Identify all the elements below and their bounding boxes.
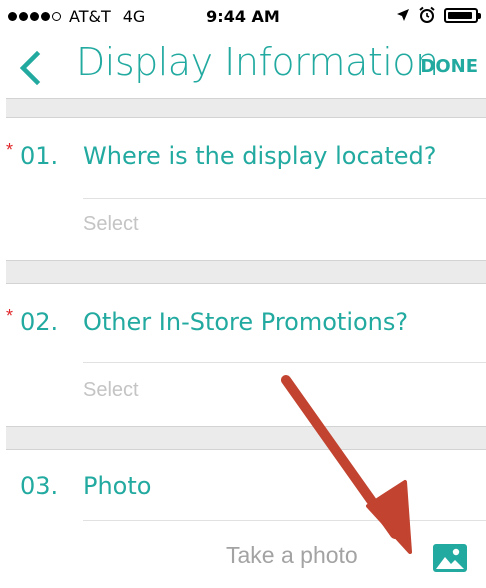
section-divider	[6, 426, 486, 450]
chevron-left-icon	[19, 51, 41, 85]
alarm-clock-icon	[419, 6, 435, 23]
image-icon[interactable]	[433, 544, 467, 572]
location-select[interactable]: Select	[83, 213, 139, 236]
question-2: * 02. Other In-Store Promotions? Select	[0, 284, 486, 426]
section-divider	[6, 260, 486, 284]
battery-icon	[444, 7, 481, 23]
question-3: 03. Photo Take a photo	[0, 450, 486, 588]
take-photo-button[interactable]: Take a photo	[226, 542, 358, 569]
question-number: 01.	[20, 142, 59, 170]
field-separator	[83, 520, 486, 521]
location-arrow-icon	[397, 9, 409, 21]
navigation-bar: Display Information DONE	[0, 36, 486, 98]
question-text: Other In-Store Promotions?	[83, 308, 409, 336]
field-separator	[83, 198, 486, 199]
field-separator	[83, 362, 486, 363]
back-button[interactable]	[10, 48, 50, 88]
promotions-select[interactable]: Select	[83, 379, 139, 402]
question-text: Photo	[83, 472, 152, 500]
question-1: * 01. Where is the display located? Sele…	[0, 118, 486, 260]
question-text: Where is the display located?	[83, 142, 437, 170]
page-title: Display Information	[76, 40, 439, 84]
status-bar: AT&T 4G 9:44 AM	[0, 0, 486, 36]
required-marker: *	[6, 306, 14, 326]
question-number: 02.	[20, 308, 59, 336]
done-button[interactable]: DONE	[420, 56, 478, 77]
question-number: 03.	[20, 472, 59, 500]
required-marker: *	[6, 140, 14, 160]
section-divider	[6, 98, 486, 118]
status-right	[388, 6, 481, 24]
